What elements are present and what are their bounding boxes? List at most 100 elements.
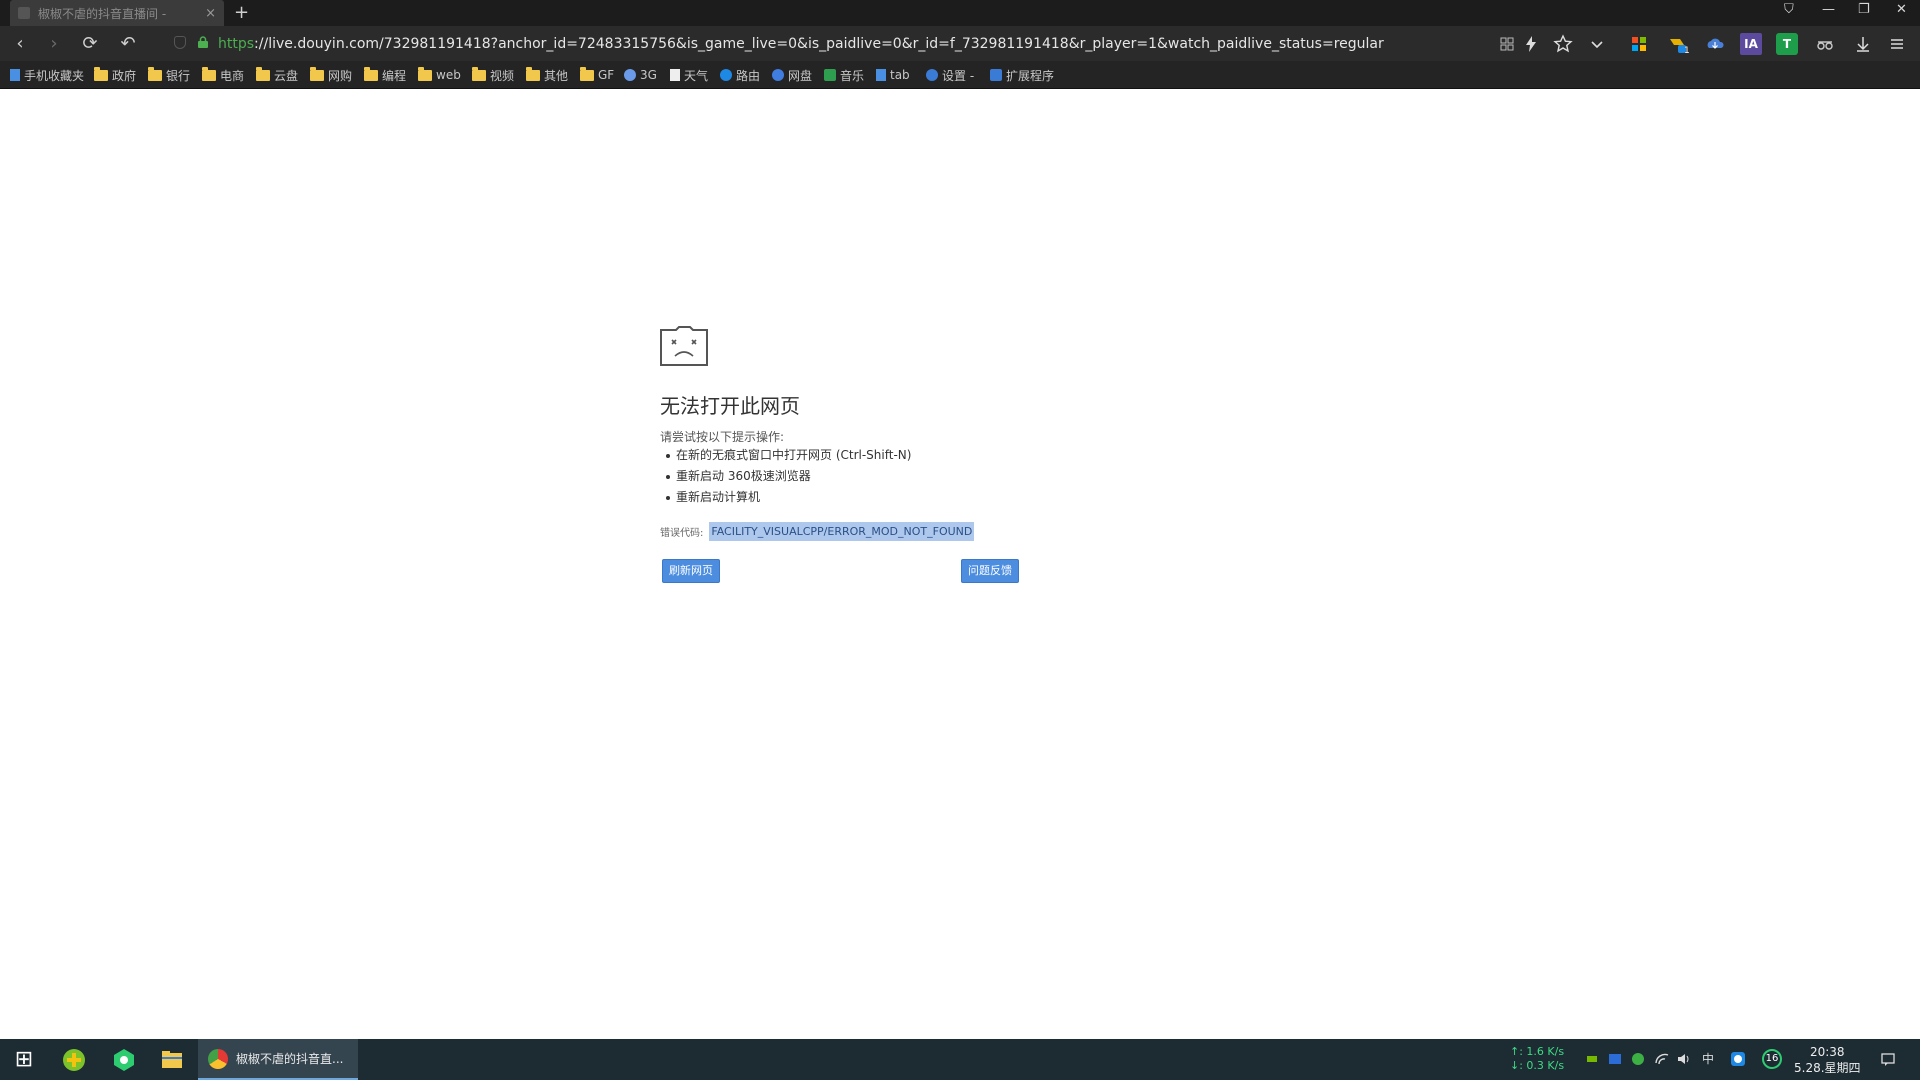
volume-icon[interactable] [1676,1051,1692,1067]
bookmark-folder[interactable]: 编程 [364,66,407,83]
tab-close-icon[interactable]: × [205,6,216,21]
qr-icon[interactable] [1496,33,1518,55]
clock-time: 20:38 [1809,1045,1845,1059]
router-icon [720,69,732,81]
folder-icon [418,66,432,81]
browser-tab[interactable]: 椒椒不虐的抖音直播间 - × [10,0,224,26]
bookmark-folder[interactable]: 视频 [472,66,514,83]
bookmark-site[interactable]: 天气 [670,67,708,83]
bookmark-label: 天气 [684,68,709,83]
suggestion-item: 重新启动计算机 [664,487,911,508]
apps-icon[interactable] [1628,33,1650,55]
security-app-icon[interactable] [58,1044,90,1076]
bookmark-folder[interactable]: 电商 [202,66,244,83]
keyboard-icon[interactable] [1607,1051,1623,1067]
start-button[interactable]: ⊞ [8,1044,40,1076]
undo-close-button[interactable]: ↶ [116,32,140,56]
bookmark-label: 银行 [166,68,191,83]
title-bar: 椒椒不虐的抖音直播间 - × + ⛉ — ❐ ✕ [0,0,1920,26]
incognito-icon[interactable] [1814,33,1836,55]
folder-icon [580,66,594,81]
bookmark-folder[interactable]: GF [580,66,614,83]
bookmark-site[interactable]: 扩展程序 [990,67,1054,83]
clock-date: 5.28.星期四 [1794,1061,1861,1075]
globe-icon [624,69,636,81]
bookmark-site[interactable]: 设置 - [926,67,974,83]
page-content: 无法打开此网页 请尝试按以下提示操作: 在新的无痕式窗口中打开网页 (Ctrl-… [0,90,1920,1039]
ime-indicator[interactable]: 中 [1700,1051,1716,1067]
new-tab-button[interactable]: + [234,2,249,23]
bookmark-folder[interactable]: 网购 [310,66,353,83]
system-clock[interactable]: 20:38 5.28.星期四 [1794,1044,1861,1076]
taskbar: ⊞ 椒椒不虐的抖音直... ↑: 1.6 K/s ↓: 0.3 K/s 中 16… [0,1039,1920,1080]
download-icon[interactable] [1852,33,1874,55]
bookmark-folder[interactable]: 其他 [526,66,569,83]
wifi-icon[interactable] [1654,1051,1670,1067]
bookmark-label: 音乐 [840,68,865,83]
wechat-icon[interactable] [1630,1051,1646,1067]
skin-icon[interactable]: ⛉ [1784,2,1794,17]
bookmark-label: 其他 [544,68,569,83]
browser-app-icon[interactable] [108,1044,140,1076]
error-code[interactable]: FACILITY_VISUALCPP/ERROR_MOD_NOT_FOUND [709,522,975,541]
bookmark-site[interactable]: tab [876,67,910,83]
lock-icon[interactable] [198,36,208,48]
ia-icon[interactable]: IA [1740,33,1762,55]
url-scheme: https [218,36,255,52]
bookmark-label: 政府 [112,68,137,83]
bookmark-mobile[interactable]: 手机收藏夹 [10,67,84,83]
network-speed: ↑: 1.6 K/s ↓: 0.3 K/s [1510,1045,1564,1073]
menu-icon[interactable] [1886,33,1908,55]
address-input[interactable]: https://live.douyin.com/732981191418?anc… [218,32,1384,56]
file-explorer-icon[interactable] [156,1044,188,1076]
reload-page-button[interactable]: 刷新网页 [662,559,720,583]
bookmark-folder[interactable]: 政府 [94,66,137,83]
taskbar-app-label: 椒椒不虐的抖音直... [236,1052,344,1066]
restore-button[interactable]: ❐ [1858,2,1870,17]
close-window-button[interactable]: ✕ [1896,2,1907,17]
gear-icon [926,69,938,81]
star-icon[interactable] [1552,33,1574,55]
bookmark-folder[interactable]: 银行 [148,66,191,83]
chevron-down-icon[interactable] [1586,33,1608,55]
folder-icon [148,66,162,81]
error-code-row: 错误代码: FACILITY_VISUALCPP/ERROR_MOD_NOT_F… [660,522,975,541]
download-speed: ↓: 0.3 K/s [1510,1059,1565,1072]
bookmark-site[interactable]: 路由 [720,67,760,83]
bookmark-label: 网购 [328,68,353,83]
qq-icon[interactable] [1730,1051,1746,1067]
music-icon [824,69,836,81]
bookmark-label: 编程 [382,68,407,83]
shield-icon[interactable] [174,36,186,49]
notification-count-badge[interactable]: 16 [1762,1049,1782,1069]
taskbar-active-app[interactable]: 椒椒不虐的抖音直... [198,1039,358,1080]
mobile-bookmark-icon [10,69,20,81]
feedback-button[interactable]: 问题反馈 [961,559,1019,583]
folder-icon [364,66,378,81]
flash-icon[interactable] [1520,33,1542,55]
suggestion-intro: 请尝试按以下提示操作: [660,430,785,444]
bookmark-site[interactable]: 网盘 [772,67,812,83]
translate-icon[interactable]: T [1776,33,1798,55]
bookmark-label: 扩展程序 [1006,68,1055,83]
cloud-download-icon[interactable] [1704,33,1726,55]
forward-button[interactable]: › [42,32,66,56]
bookmark-folder[interactable]: 云盘 [256,66,298,83]
upload-speed: ↑: 1.6 K/s [1510,1045,1565,1058]
bookmark-site[interactable]: 3G [624,67,657,83]
minimize-button[interactable]: — [1822,2,1835,17]
suggestion-item: 重新启动 360极速浏览器 [664,466,911,487]
suggestion-item: 在新的无痕式窗口中打开网页 (Ctrl-Shift-N) [664,445,911,466]
bookmark-label: 网盘 [788,68,813,83]
action-center-icon[interactable] [1880,1051,1896,1067]
bookmark-folder[interactable]: web [418,66,461,83]
back-button[interactable]: ‹ [8,32,32,56]
nvidia-icon[interactable] [1584,1051,1600,1067]
bookmark-label: web [436,68,461,82]
folder-icon [472,66,486,81]
tab-favicon-icon [18,7,30,19]
reload-button[interactable]: ⟳ [78,32,102,56]
bookmark-label: 3G [640,68,657,82]
bookmark-site[interactable]: 音乐 [824,67,864,83]
cloud-disk-icon [772,69,784,81]
